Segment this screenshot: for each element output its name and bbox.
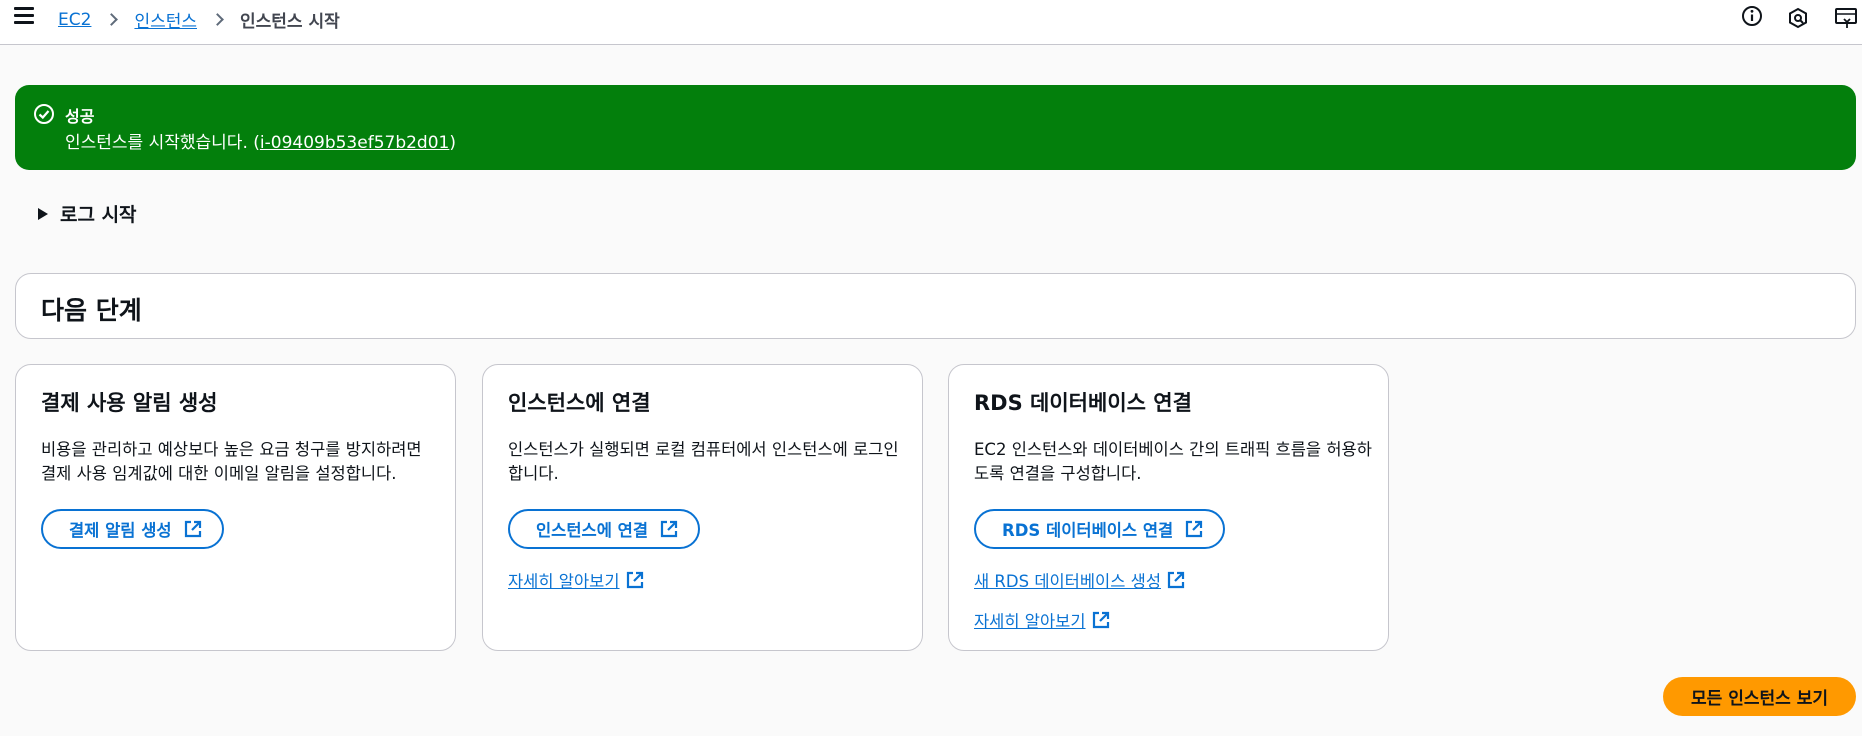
external-link-icon (184, 520, 201, 538)
learn-more-link[interactable]: 자세히 알아보기 (974, 608, 1110, 632)
card-description: 인스턴스가 실행되면 로컬 컴퓨터에서 인스턴스에 로그인합니다. (508, 440, 899, 483)
caret-right-icon (38, 207, 48, 220)
external-link-icon (1167, 571, 1185, 589)
info-icon[interactable] (1741, 5, 1765, 29)
button-label: 인스턴스에 연결 (536, 521, 649, 540)
breadcrumb: EC2 인스턴스 인스턴스 시작 (58, 7, 340, 33)
launch-log-expander[interactable]: 로그 시작 (38, 200, 137, 227)
link-label: 자세히 알아보기 (974, 612, 1086, 631)
flash-message-suffix: ) (449, 133, 456, 153)
flash-title: 성공 (65, 107, 95, 126)
instance-id-link[interactable]: i-09409b53ef57b2d01 (260, 133, 449, 153)
connect-rds-button[interactable]: RDS 데이터베이스 연결 (974, 509, 1226, 549)
chevron-right-icon (211, 13, 224, 26)
breadcrumb-instances[interactable]: 인스턴스 (134, 7, 197, 32)
link-label: 자세히 알아보기 (508, 572, 620, 591)
split-panel-icon[interactable] (1835, 7, 1859, 31)
launch-log-label: 로그 시작 (60, 204, 137, 226)
external-link-icon (660, 520, 678, 538)
create-billing-alert-button[interactable]: 결제 알림 생성 (41, 509, 224, 549)
connect-instance-card: 인스턴스에 연결 인스턴스가 실행되면 로컬 컴퓨터에서 인스턴스에 로그인합니… (482, 364, 923, 651)
card-title: 결제 사용 알림 생성 (41, 391, 218, 415)
connect-instance-button[interactable]: 인스턴스에 연결 (508, 509, 701, 549)
card-title: 인스턴스에 연결 (508, 391, 651, 415)
external-link-icon (1092, 611, 1109, 629)
success-check-icon (33, 103, 55, 125)
external-link-icon (1186, 520, 1203, 538)
card-description: 비용을 관리하고 예상보다 높은 요금 청구를 방지하려면 결제 사용 임계값에… (41, 440, 422, 483)
rds-database-card: RDS 데이터베이스 연결 EC2 인스턴스와 데이터베이스 간의 트래픽 흐름… (948, 364, 1389, 651)
button-label: 결제 알림 생성 (69, 521, 172, 540)
view-all-instances-button[interactable]: 모든 인스턴스 보기 (1663, 677, 1856, 716)
link-label: 새 RDS 데이터베이스 생성 (974, 572, 1161, 591)
success-flash-banner: 성공 인스턴스를 시작했습니다. (i-09409b53ef57b2d01) (15, 85, 1856, 170)
top-navigation-bar: EC2 인스턴스 인스턴스 시작 (0, 0, 1862, 45)
button-label: RDS 데이터베이스 연결 (1002, 521, 1174, 540)
external-link-icon (626, 571, 643, 589)
chevron-right-icon (105, 13, 119, 26)
flash-message-text: 인스턴스를 시작했습니다. ( (65, 133, 260, 153)
menu-icon[interactable] (14, 7, 34, 25)
next-steps-title: 다음 단계 (41, 296, 142, 325)
next-steps-container: 다음 단계 (15, 273, 1856, 339)
settings-hexagon-icon[interactable] (1787, 7, 1811, 31)
flash-message: 인스턴스를 시작했습니다. (i-09409b53ef57b2d01) (65, 128, 456, 153)
create-rds-link[interactable]: 새 RDS 데이터베이스 생성 (974, 568, 1185, 592)
billing-alert-card: 결제 사용 알림 생성 비용을 관리하고 예상보다 높은 요금 청구를 방지하려… (15, 364, 456, 651)
breadcrumb-ec2[interactable]: EC2 (58, 10, 91, 30)
learn-more-link[interactable]: 자세히 알아보기 (508, 568, 644, 592)
card-description: EC2 인스턴스와 데이터베이스 간의 트래픽 흐름을 허용하도록 연결을 구성… (974, 440, 1372, 483)
breadcrumb-current: 인스턴스 시작 (240, 12, 340, 32)
card-title: RDS 데이터베이스 연결 (974, 391, 1192, 415)
